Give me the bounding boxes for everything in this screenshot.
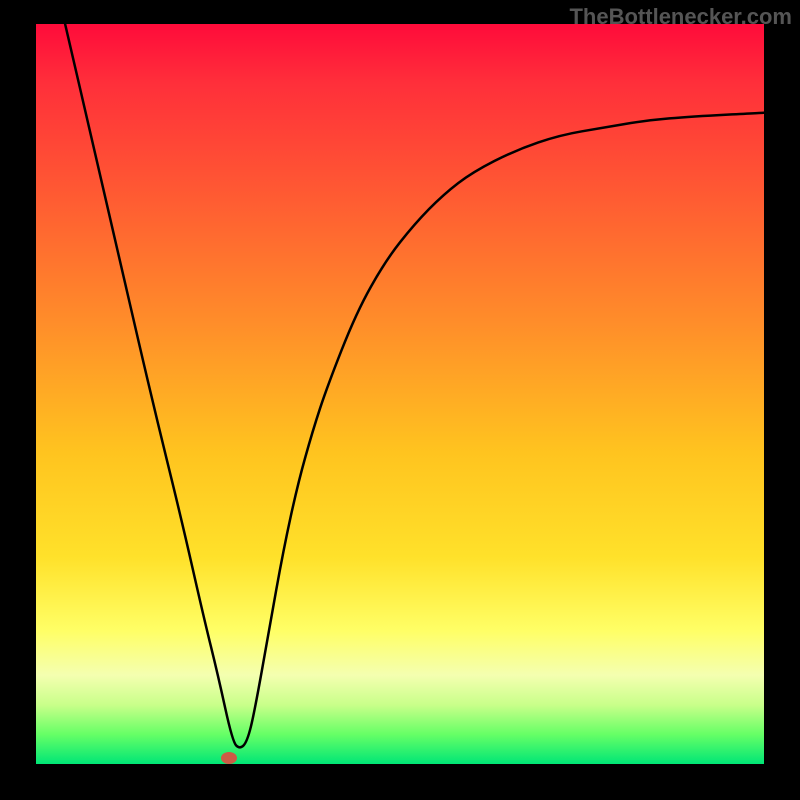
min-marker (221, 752, 237, 764)
plot-area (36, 24, 764, 764)
bottleneck-curve (36, 24, 764, 764)
chart-frame: TheBottlenecker.com (0, 0, 800, 800)
attribution-text: TheBottlenecker.com (569, 4, 792, 30)
